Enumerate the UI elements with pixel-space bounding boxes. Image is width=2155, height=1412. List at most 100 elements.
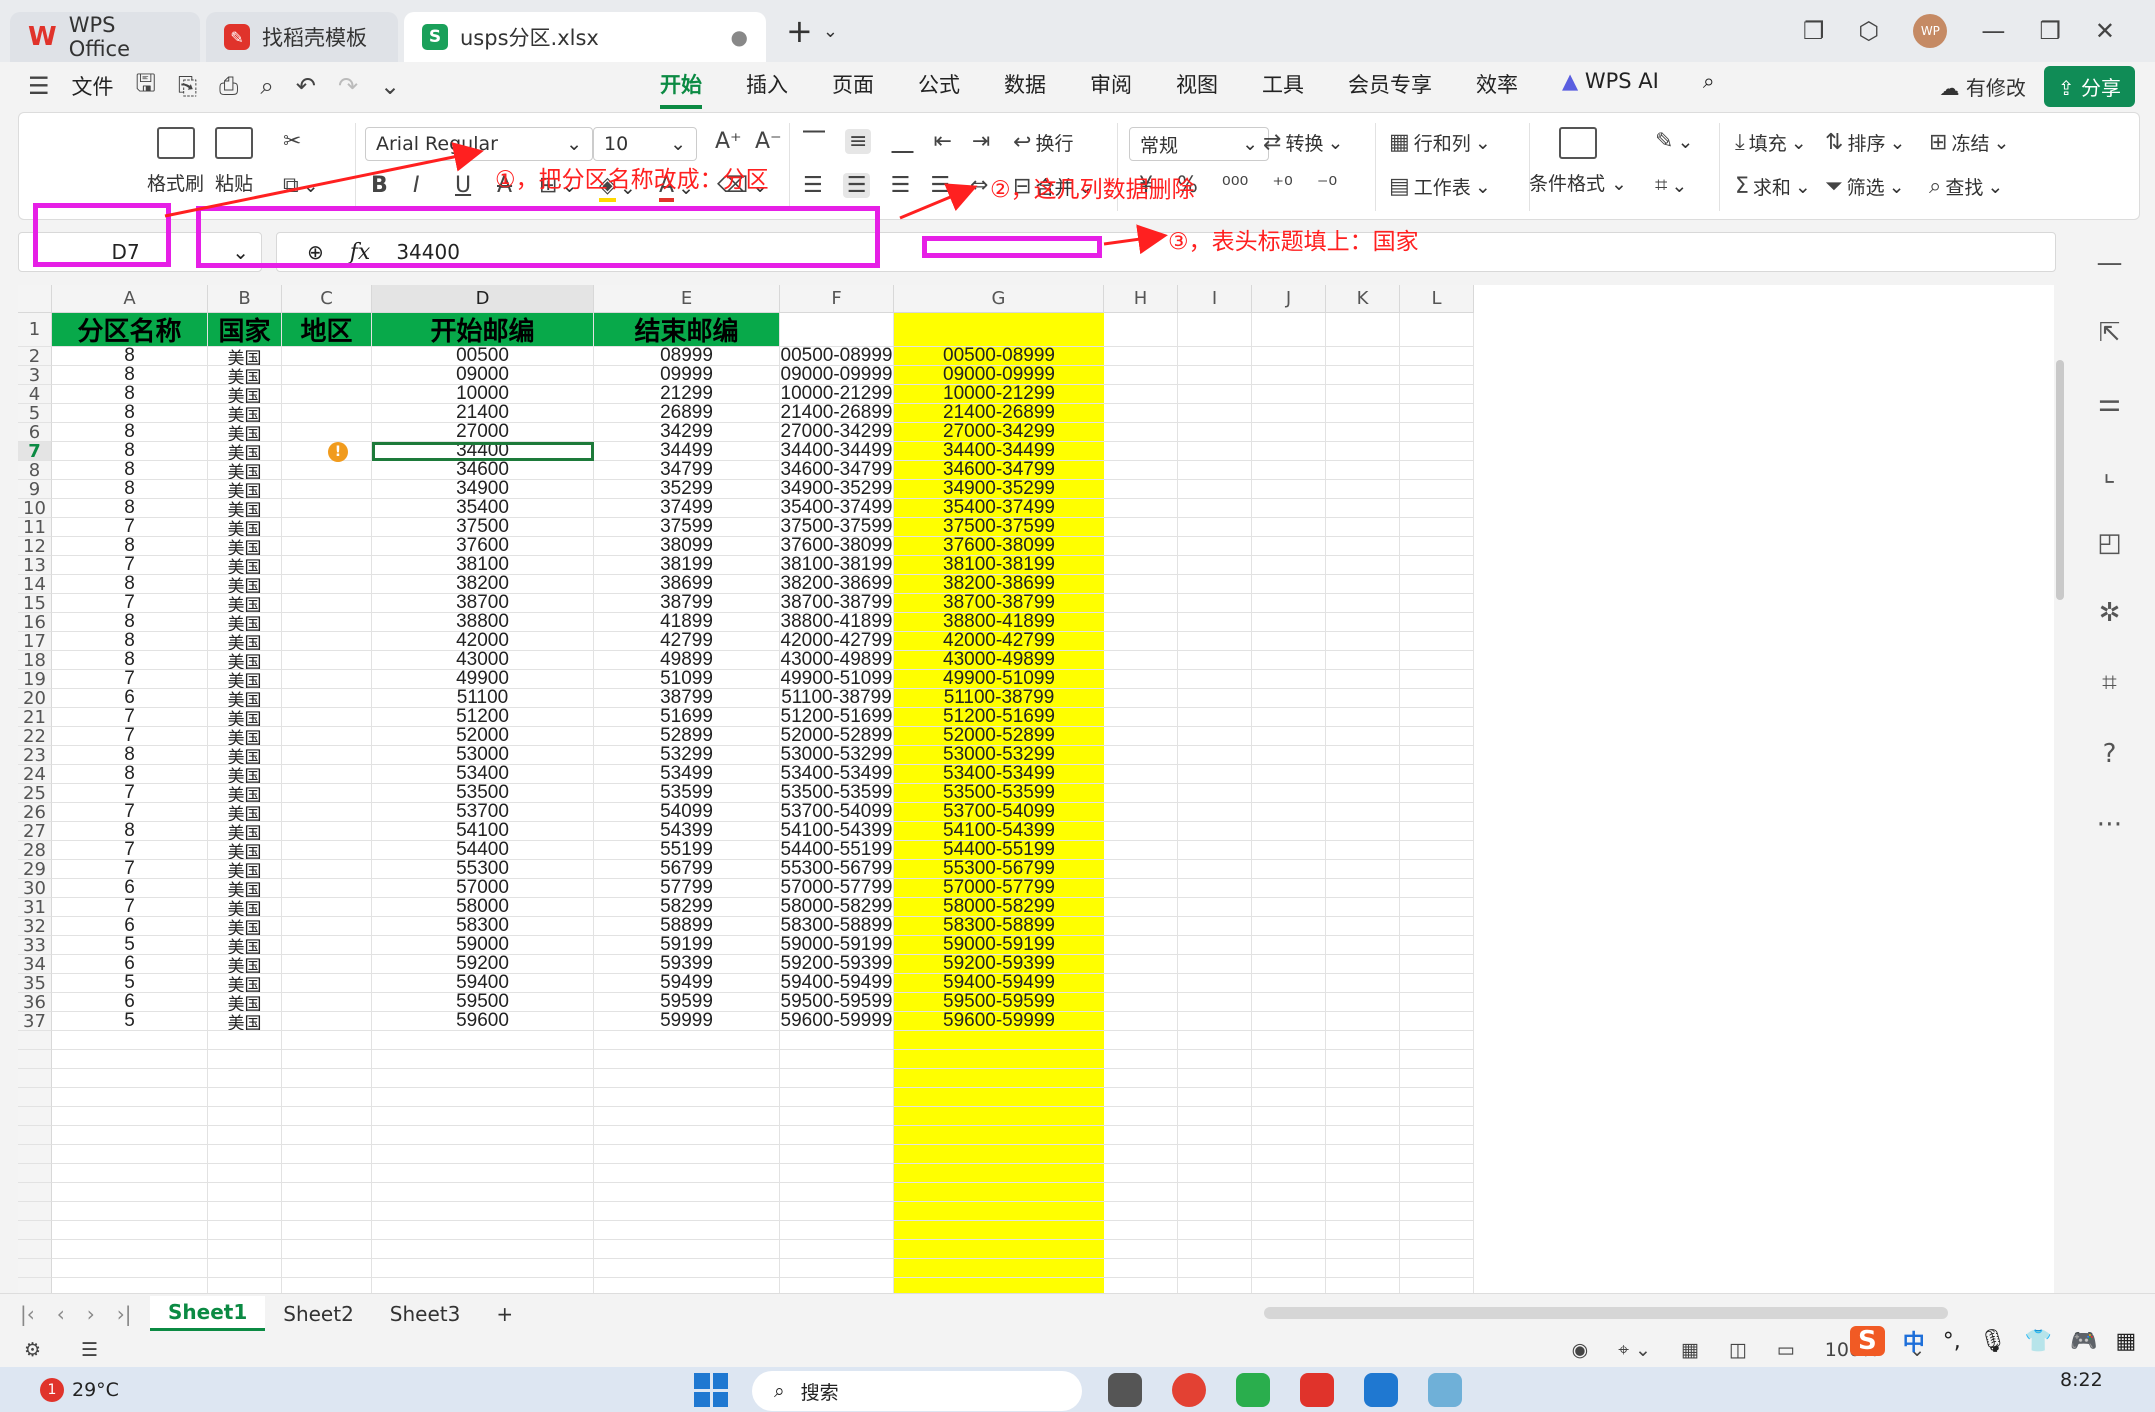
row-header-2[interactable]: 2 [18,346,52,367]
filter-button[interactable]: ⏷ 筛选 ⌄ [1825,173,1905,200]
cell-e10[interactable]: 37499 [594,499,780,518]
format-painter-button[interactable]: 格式刷 [147,127,204,196]
cell-b37[interactable]: 美国 [208,1012,282,1031]
cell-empty[interactable] [1400,1164,1474,1183]
cell-empty[interactable] [1326,1259,1400,1278]
cell-e15[interactable]: 38799 [594,594,780,613]
cell-l13[interactable] [1400,556,1474,575]
cell-c10[interactable] [282,499,372,518]
cell-k15[interactable] [1326,594,1400,613]
cell-e35[interactable]: 59499 [594,974,780,993]
indent-increase-icon[interactable]: ⇥ [972,129,990,154]
cell-i16[interactable] [1178,613,1252,632]
cell-g22[interactable]: 52000-52899 [894,727,1104,746]
cell-i24[interactable] [1178,765,1252,784]
cell-j31[interactable] [1252,898,1326,917]
cell-d19[interactable]: 49900 [372,670,594,689]
row-header-29[interactable]: 29 [18,859,52,880]
cell-a23[interactable]: 8 [52,746,208,765]
cell-h37[interactable] [1104,1012,1178,1031]
tab-template[interactable]: ✎ 找稻壳模板 [206,12,398,62]
cell-k17[interactable] [1326,632,1400,651]
wechat-icon[interactable] [1236,1373,1270,1407]
cell-a33[interactable]: 5 [52,936,208,955]
cell-g3[interactable]: 09000-09999 [894,366,1104,385]
align-center-icon[interactable]: ☰ [842,173,871,198]
cell-empty[interactable] [1178,1240,1252,1259]
cell-k12[interactable] [1326,537,1400,556]
cell-i13[interactable] [1178,556,1252,575]
cell-b2[interactable]: 美国 [208,347,282,366]
cell-empty[interactable] [894,1202,1104,1221]
cell-empty[interactable] [1326,1145,1400,1164]
cell-b33[interactable]: 美国 [208,936,282,955]
cell-empty[interactable] [208,1088,282,1107]
cell-a37[interactable]: 5 [52,1012,208,1031]
cell-j8[interactable] [1252,461,1326,480]
column-header-j[interactable]: J [1252,285,1326,313]
cell-empty[interactable] [780,1050,894,1069]
row-header-27[interactable]: 27 [18,821,52,842]
column-header-c[interactable]: C [282,285,372,313]
cell-k23[interactable] [1326,746,1400,765]
cell-empty[interactable] [1326,1164,1400,1183]
cell-l22[interactable] [1400,727,1474,746]
cell-empty[interactable] [1326,1183,1400,1202]
row-header[interactable] [18,1183,52,1202]
cell-a29[interactable]: 7 [52,860,208,879]
cell-empty[interactable] [372,1202,594,1221]
cell-k18[interactable] [1326,651,1400,670]
cell-empty[interactable] [894,1126,1104,1145]
cell-a26[interactable]: 7 [52,803,208,822]
weather-widget[interactable]: 1 29°C [0,1377,119,1402]
cell-empty[interactable] [1326,1240,1400,1259]
cell-f20[interactable]: 51100-38799 [780,689,894,708]
bold-icon[interactable]: B [371,173,388,198]
cell-empty[interactable] [1104,1088,1178,1107]
align-left-icon[interactable]: ☰ [803,173,823,198]
cell-k25[interactable] [1326,784,1400,803]
cell-h7[interactable] [1104,442,1178,461]
cell-f37[interactable]: 59600-59999 [780,1012,894,1031]
column-header-h[interactable]: H [1104,285,1178,313]
cell-empty[interactable] [594,1069,780,1088]
cell-c6[interactable] [282,423,372,442]
cell-e8[interactable]: 34799 [594,461,780,480]
cell-f8[interactable]: 34600-34799 [780,461,894,480]
sheet-tab-3[interactable]: Sheet3 [372,1298,479,1330]
cell-k21[interactable] [1326,708,1400,727]
hamburger-icon[interactable]: ☰ [28,72,50,100]
cell-j2[interactable] [1252,347,1326,366]
cell-j9[interactable] [1252,480,1326,499]
row-header-7[interactable]: 7 [18,441,52,462]
cell-empty[interactable] [894,1221,1104,1240]
cell-empty[interactable] [594,1088,780,1107]
row-header-13[interactable]: 13 [18,555,52,576]
cell-k29[interactable] [1326,860,1400,879]
cell-e31[interactable]: 58299 [594,898,780,917]
cut-icon[interactable]: ✂ [283,129,301,154]
cell-f17[interactable]: 42000-42799 [780,632,894,651]
cell-g11[interactable]: 37500-37599 [894,518,1104,537]
cell-empty[interactable] [52,1240,208,1259]
freeze-button[interactable]: ⊞ 冻结 ⌄ [1929,129,2009,156]
row-header-36[interactable]: 36 [18,992,52,1013]
cell-empty[interactable] [52,1069,208,1088]
crop-icon[interactable]: ⌗ ⌄ [1655,173,1687,198]
cell-empty[interactable] [1104,1031,1178,1050]
cell-c35[interactable] [282,974,372,993]
cell-empty[interactable] [282,1278,372,1293]
cell-l26[interactable] [1400,803,1474,822]
cell-empty[interactable] [1104,1107,1178,1126]
cell-k11[interactable] [1326,518,1400,537]
cell-d2[interactable]: 00500 [372,347,594,366]
cell-h25[interactable] [1104,784,1178,803]
cell-empty[interactable] [1178,1031,1252,1050]
cell-f28[interactable]: 54400-55199 [780,841,894,860]
cell-empty[interactable] [780,1031,894,1050]
row-header-32[interactable]: 32 [18,916,52,937]
cell-a36[interactable]: 6 [52,993,208,1012]
row-header-16[interactable]: 16 [18,612,52,633]
cell-c32[interactable] [282,917,372,936]
cell-g9[interactable]: 34900-35299 [894,480,1104,499]
